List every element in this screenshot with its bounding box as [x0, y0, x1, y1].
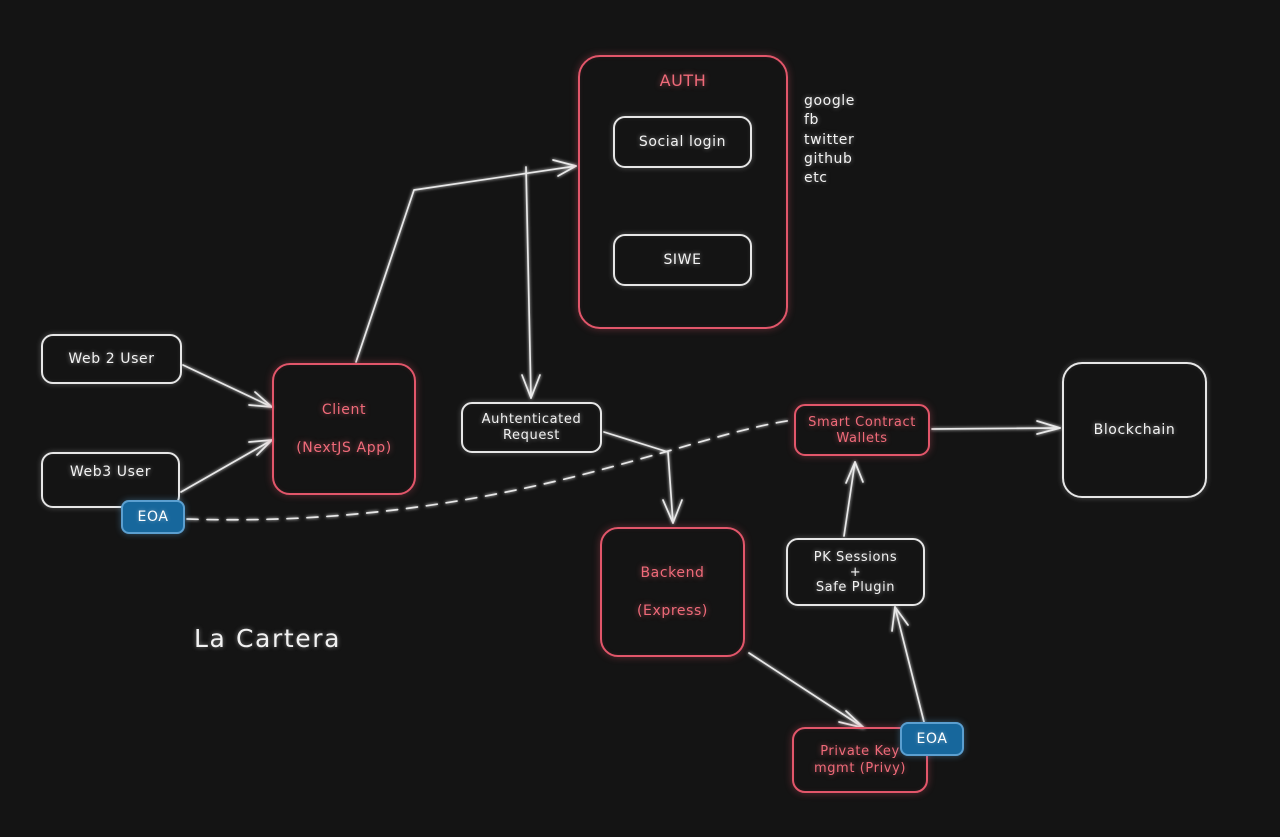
auth-group[interactable]: AUTH: [578, 55, 788, 329]
edge-authenticated-request-to-backend: [603, 431, 683, 524]
client-label-primary: Client: [321, 402, 367, 418]
diagram-title: La Cartera: [194, 624, 342, 653]
pk-sessions-label-primary: PK Sessions: [813, 549, 898, 565]
blockchain-label: Blockchain: [1093, 422, 1176, 438]
eoa-badge-right[interactable]: EOA: [900, 722, 964, 756]
edge-client-to-auth: [355, 159, 577, 363]
pk-sessions-node[interactable]: PK Sessions + Safe Plugin: [786, 538, 925, 606]
eoa-badge-left-label: EOA: [137, 509, 169, 525]
edge-pk-sessions-to-smart-contract-wallets: [843, 461, 864, 537]
auth-providers-list: google fb twitter github etc: [804, 93, 856, 187]
siwe-node[interactable]: SIWE: [613, 234, 752, 286]
pk-sessions-label-secondary: Safe Plugin: [815, 579, 896, 595]
private-key-mgmt-label-primary: Private Key: [820, 744, 900, 759]
client-node[interactable]: Client (NextJS App): [272, 363, 416, 495]
edge-web2-user-to-client: [182, 364, 273, 408]
edge-auth-to-authenticated-request: [521, 166, 541, 399]
web2-user-node[interactable]: Web 2 User: [41, 334, 182, 384]
smart-contract-wallets-node[interactable]: Smart Contract Wallets: [794, 404, 930, 456]
authenticated-request-node[interactable]: Auhtenticated Request: [461, 402, 602, 453]
web2-user-label: Web 2 User: [68, 351, 155, 367]
diagram-canvas: AUTH Social login SIWE google fb twitter…: [0, 0, 1280, 837]
smart-contract-wallets-label-secondary: Wallets: [836, 430, 888, 446]
web3-user-label: Web3 User: [69, 464, 152, 480]
smart-contract-wallets-label-primary: Smart Contract: [808, 414, 916, 430]
eoa-badge-left[interactable]: EOA: [121, 500, 185, 534]
private-key-mgmt-label-secondary: mgmt (Privy): [813, 761, 907, 776]
authenticated-request-label-primary: Auhtenticated: [481, 412, 582, 427]
siwe-label: SIWE: [663, 252, 702, 268]
eoa-badge-right-label: EOA: [916, 731, 948, 747]
blockchain-node[interactable]: Blockchain: [1062, 362, 1207, 498]
social-login-node[interactable]: Social login: [613, 116, 752, 168]
edge-backend-to-private-key-mgmt: [748, 652, 865, 729]
authenticated-request-label-secondary: Request: [502, 428, 560, 443]
social-login-label: Social login: [638, 134, 727, 150]
backend-label-primary: Backend: [640, 565, 705, 581]
edge-eoa-right-to-pk-sessions: [891, 606, 925, 723]
auth-group-label: AUTH: [659, 71, 707, 90]
edge-smart-contract-wallets-to-blockchain: [931, 420, 1061, 435]
pk-sessions-label-operator: +: [849, 564, 862, 580]
backend-node[interactable]: Backend (Express): [600, 527, 745, 657]
client-label-secondary: (NextJS App): [296, 440, 392, 456]
edge-web3-user-to-client: [180, 439, 273, 493]
backend-label-secondary: (Express): [637, 603, 708, 619]
